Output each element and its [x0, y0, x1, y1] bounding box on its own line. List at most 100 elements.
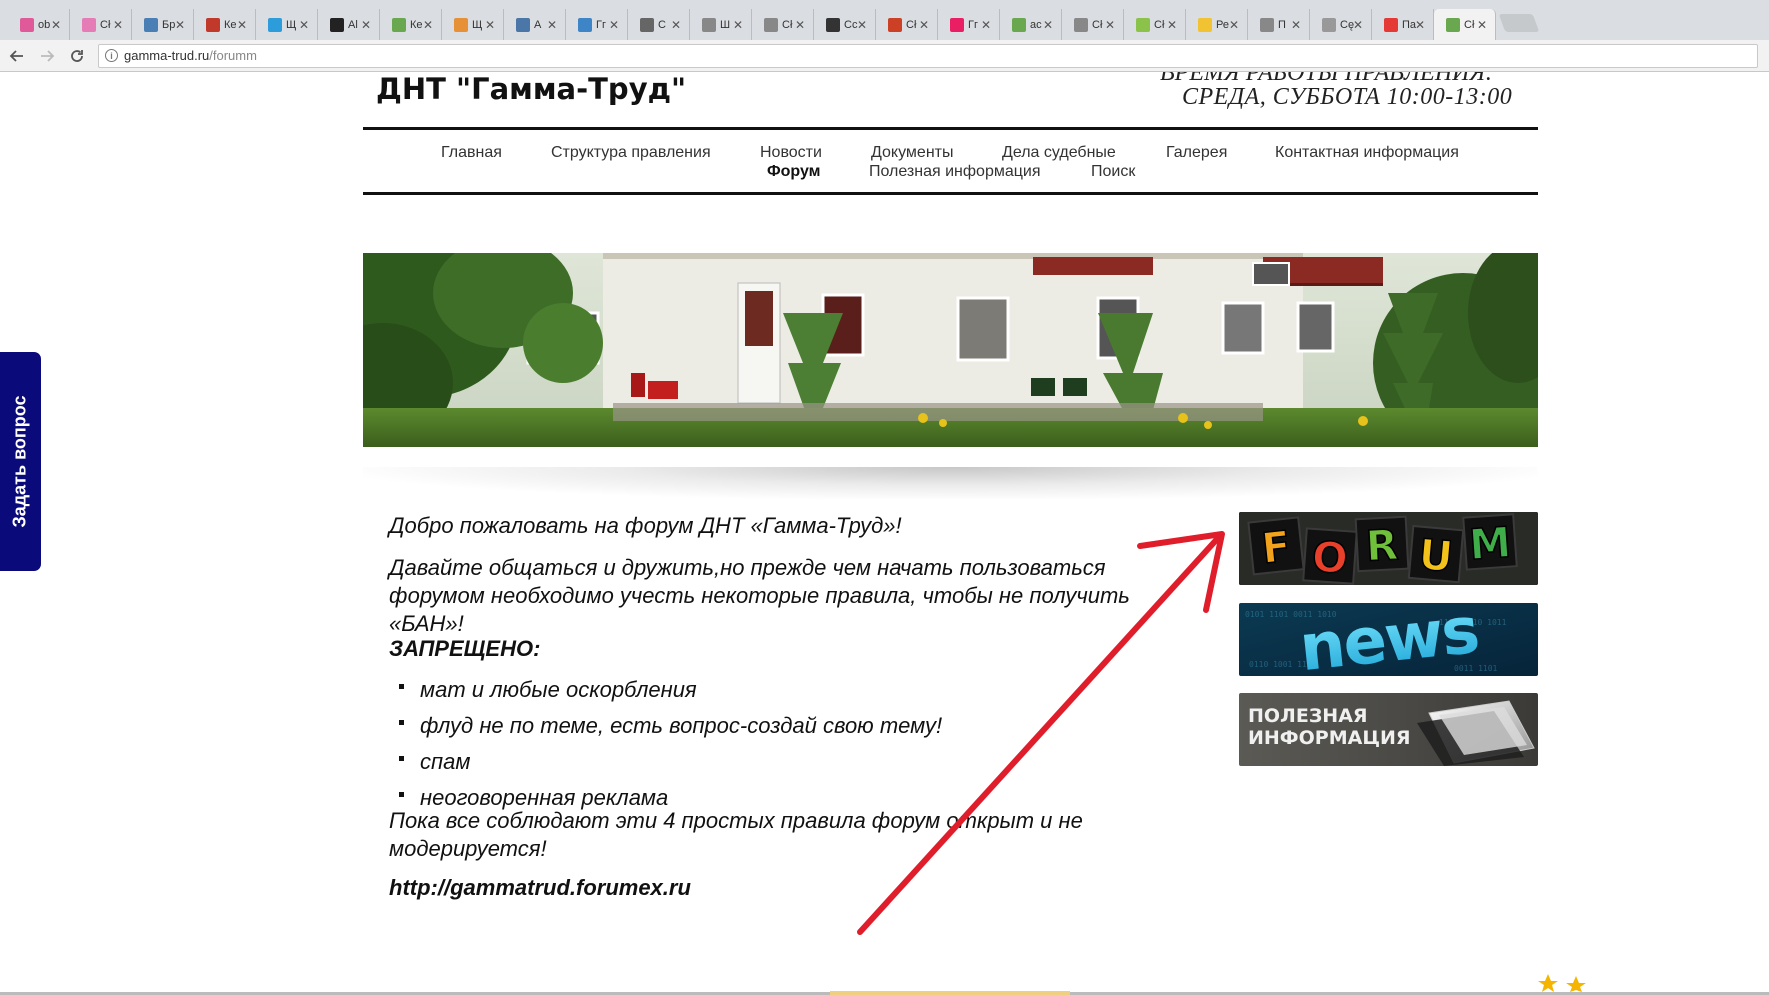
browser-tab[interactable]: Гг ✕	[566, 9, 628, 40]
browser-tab[interactable]: Al ✕	[318, 9, 380, 40]
browser-toolbar: i gamma-trud.ru/forumm	[0, 40, 1769, 72]
menu-item-useful-info[interactable]: Полезная информация	[869, 163, 1041, 181]
arrow-right-icon[interactable]	[34, 43, 60, 69]
browser-tab[interactable]: Cł ✕	[70, 9, 132, 40]
close-icon[interactable]: ✕	[671, 18, 681, 32]
close-icon[interactable]: ✕	[981, 18, 991, 32]
close-icon[interactable]: ✕	[51, 18, 61, 32]
favicon-icon	[640, 17, 654, 32]
favicon-icon	[1260, 17, 1274, 32]
browser-tab[interactable]: ac ✕	[1000, 9, 1062, 40]
tab-title: Ке	[410, 18, 423, 31]
browser-tab[interactable]: Гг ✕	[938, 9, 1000, 40]
browser-tab[interactable]: Щ ✕	[442, 9, 504, 40]
browser-tab[interactable]: С ✕	[628, 9, 690, 40]
forum-letter: M	[1468, 518, 1513, 570]
close-icon[interactable]: ✕	[361, 18, 371, 32]
tab-title: Cł	[1464, 18, 1475, 31]
menu-item-documents[interactable]: Документы	[871, 144, 953, 162]
tab-title: Cc	[844, 18, 858, 31]
tab-title: А	[534, 18, 542, 31]
close-icon[interactable]: ✕	[1353, 18, 1363, 32]
menu-top-rule	[363, 127, 1538, 130]
menu-item-court-cases[interactable]: Дела судебные	[1002, 144, 1116, 162]
favicon-icon	[1136, 17, 1150, 32]
tab-title: ac	[1030, 18, 1042, 31]
close-icon[interactable]: ✕	[1167, 18, 1177, 32]
browser-tab[interactable]: Cł ✕	[1434, 9, 1496, 40]
menu-item-gallery[interactable]: Галерея	[1166, 144, 1227, 162]
address-bar[interactable]: i gamma-trud.ru/forumm	[98, 43, 1758, 68]
close-icon[interactable]: ✕	[175, 18, 185, 32]
close-icon[interactable]: ✕	[1415, 18, 1425, 32]
page-bottom-accent	[830, 991, 1070, 995]
browser-tab[interactable]: Ке ✕	[380, 9, 442, 40]
browser-tab[interactable]: ob ✕	[8, 9, 70, 40]
close-icon[interactable]: ✕	[1477, 18, 1487, 32]
intro-text: Давайте общаться и дружить,но прежде чем…	[389, 555, 1130, 636]
ask-question-button[interactable]: Задать вопрос	[0, 352, 41, 571]
browser-tab[interactable]: П ✕	[1248, 9, 1310, 40]
useful-info-button[interactable]: ПОЛЕЗНАЯ ИНФОРМАЦИЯ	[1239, 693, 1538, 766]
favicon-icon	[826, 17, 840, 32]
favicon-icon	[1074, 17, 1088, 32]
menu-item-forum[interactable]: Форум	[767, 163, 821, 181]
close-icon[interactable]: ✕	[609, 18, 619, 32]
browser-tab[interactable]: Cł ✕	[1124, 9, 1186, 40]
ask-question-label: Задать вопрос	[10, 395, 31, 528]
browser-tab[interactable]: Cę ✕	[1310, 9, 1372, 40]
close-icon[interactable]: ✕	[113, 18, 123, 32]
menu-item-board-structure[interactable]: Структура правления	[551, 144, 711, 162]
browser-tab[interactable]: А ✕	[504, 9, 566, 40]
browser-tab[interactable]: Ке ✕	[194, 9, 256, 40]
tab-title: Ш	[720, 18, 731, 31]
menu-item-contacts[interactable]: Контактная информация	[1275, 144, 1459, 162]
news-button[interactable]: 0101 1101 0011 1010 1100 0110 1011 0110 …	[1239, 603, 1538, 676]
favicon-icon	[1446, 17, 1460, 32]
tab-strip: ob ✕ Cł ✕ Бр ✕ Ке ✕ Щ ✕ Al ✕ Ке ✕ Щ ✕ А ✕ Гг ✕ С ✕ Ш ✕ Cł ✕ Cc ✕ Cł ✕…	[0, 0, 1769, 40]
bullet-icon	[399, 755, 404, 761]
info-icon[interactable]: i	[105, 49, 118, 62]
tab-title: Ке	[224, 18, 237, 31]
browser-tab[interactable]: Cł ✕	[1062, 9, 1124, 40]
menu-item-news[interactable]: Новости	[760, 144, 822, 162]
browser-tab[interactable]: Бр ✕	[132, 9, 194, 40]
tab-title: С	[658, 18, 666, 31]
tab-title: Cł	[782, 18, 793, 31]
browser-tab[interactable]: Cc ✕	[814, 9, 876, 40]
close-icon[interactable]: ✕	[1105, 18, 1115, 32]
close-icon[interactable]: ✕	[547, 18, 557, 32]
favicon-icon	[764, 17, 778, 32]
tab-title: Щ	[286, 18, 297, 31]
arrow-left-icon[interactable]	[4, 43, 30, 69]
forum-button[interactable]: FORUM	[1239, 512, 1538, 585]
close-icon[interactable]: ✕	[1043, 18, 1053, 32]
close-icon[interactable]: ✕	[733, 18, 743, 32]
close-icon[interactable]: ✕	[795, 18, 805, 32]
reload-icon[interactable]	[64, 43, 90, 69]
close-icon[interactable]: ✕	[299, 18, 309, 32]
favicon-icon	[702, 17, 716, 32]
browser-tab[interactable]: Ш ✕	[690, 9, 752, 40]
close-icon[interactable]: ✕	[423, 18, 433, 32]
browser-tab[interactable]: Cł ✕	[752, 9, 814, 40]
close-icon[interactable]: ✕	[1291, 18, 1301, 32]
favicon-icon	[950, 17, 964, 32]
browser-tab[interactable]: Щ ✕	[256, 9, 318, 40]
close-icon[interactable]: ✕	[485, 18, 495, 32]
favicon-icon	[206, 17, 220, 32]
forum-url[interactable]: http://gammatrud.forumex.ru	[389, 874, 691, 902]
bullet-icon	[399, 719, 404, 725]
close-icon[interactable]: ✕	[1229, 18, 1239, 32]
favicon-icon	[454, 17, 468, 32]
close-icon[interactable]: ✕	[237, 18, 247, 32]
new-tab-button[interactable]	[1498, 14, 1540, 32]
menu-item-home[interactable]: Главная	[441, 144, 502, 162]
menu-item-search[interactable]: Поиск	[1091, 163, 1135, 181]
browser-tab[interactable]: Cł ✕	[876, 9, 938, 40]
close-icon[interactable]: ✕	[919, 18, 929, 32]
browser-tab[interactable]: Па ✕	[1372, 9, 1434, 40]
decorative-stars-icon	[1538, 974, 1586, 992]
close-icon[interactable]: ✕	[857, 18, 867, 32]
browser-tab[interactable]: Ре ✕	[1186, 9, 1248, 40]
